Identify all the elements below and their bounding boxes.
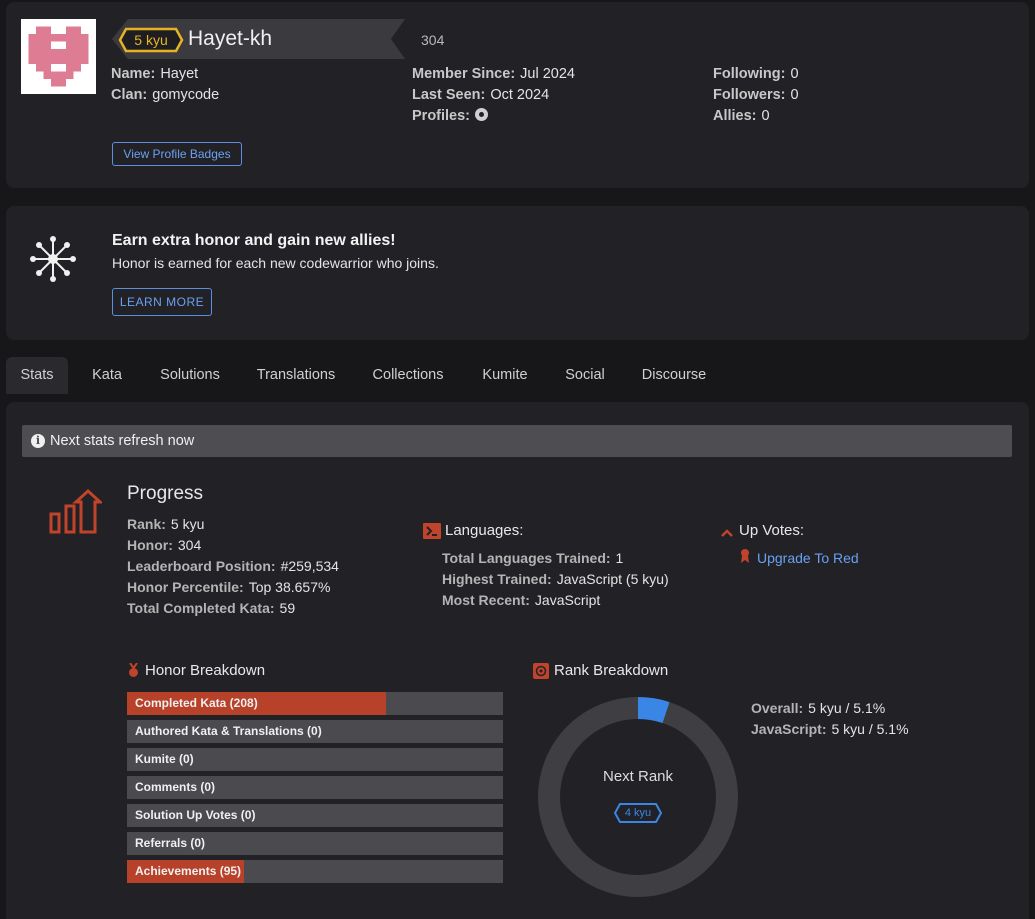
- member-since-row: Member Since: Jul 2024: [412, 66, 575, 82]
- honor-bar: Achievements (95): [127, 860, 503, 883]
- honor-bar-label: Kumite (0): [135, 752, 194, 766]
- avatar[interactable]: [21, 19, 96, 94]
- network-icon: [28, 234, 78, 289]
- github-icon[interactable]: [475, 108, 489, 121]
- terminal-icon: [423, 523, 441, 544]
- next-rank-badge-label: 4 kyu: [624, 807, 652, 819]
- info-icon: i: [31, 434, 45, 448]
- rank-breakdown-title: Rank Breakdown: [554, 662, 669, 679]
- honor-bar-label: Comments (0): [135, 780, 216, 794]
- last-seen-row: Last Seen: Oct 2024: [412, 87, 550, 103]
- tab-kumite[interactable]: Kumite: [474, 357, 536, 394]
- languages-trained-stat: Total Languages Trained: 1: [442, 550, 624, 566]
- name-row: Name: Hayet: [111, 66, 199, 82]
- rank-progress-donut: [538, 697, 738, 902]
- profile-header: 5 kyu Hayet-kh 304 Name: Hayet Clan: gomyc…: [6, 2, 1029, 188]
- javascript-rank-stat: JavaScript: 5 kyu / 5.1%: [751, 721, 909, 737]
- tab-discourse[interactable]: Discourse: [636, 357, 712, 394]
- honor-stat: Honor: 304: [127, 537, 202, 553]
- donut-track: [538, 697, 738, 897]
- honor-bar: Solution Up Votes (0): [127, 804, 503, 827]
- tab-social[interactable]: Social: [558, 357, 612, 394]
- refresh-notice-text: Next stats refresh now: [50, 433, 195, 449]
- next-rank-label: Next Rank: [602, 768, 674, 785]
- percentile-stat: Honor Percentile: Top 38.657%: [127, 579, 331, 595]
- tab-collections[interactable]: Collections: [366, 357, 450, 394]
- medal-icon: [128, 662, 139, 683]
- honor-bar-label: Achievements (95): [135, 864, 242, 878]
- upgrade-to-red-link[interactable]: Upgrade To Red: [757, 550, 859, 566]
- promo-subtitle: Honor is earned for each new codewarrior…: [112, 255, 439, 271]
- tab-translations[interactable]: Translations: [251, 357, 341, 394]
- languages-title: Languages:: [445, 522, 524, 539]
- completed-kata-stat: Total Completed Kata: 59: [127, 600, 296, 616]
- honor-breakdown-title: Honor Breakdown: [145, 662, 266, 679]
- referral-promo: Earn extra honor and gain new allies! Ho…: [6, 206, 1029, 340]
- honor-bar: Kumite (0): [127, 748, 503, 771]
- chevron-up-icon: [720, 525, 734, 543]
- honor-bar-label: Authored Kata & Translations (0): [135, 724, 322, 738]
- rank-badge-label: 5 kyu: [134, 32, 168, 48]
- target-icon: [533, 663, 549, 684]
- honor-bar-label: Completed Kata (208): [135, 696, 258, 710]
- honor-bar: Authored Kata & Translations (0): [127, 720, 503, 743]
- honor-bar: Referrals (0): [127, 832, 503, 855]
- promo-title: Earn extra honor and gain new allies!: [112, 232, 396, 249]
- clan-row: Clan: gomycode: [111, 87, 220, 103]
- rank-stat: Rank: 5 kyu: [127, 516, 205, 532]
- rank-badge: 5 kyu: [118, 27, 184, 53]
- next-rank-badge: 4 kyu: [613, 802, 663, 824]
- overall-rank-stat: Overall: 5 kyu / 5.1%: [751, 700, 886, 716]
- profiles-row: Profiles:: [412, 108, 489, 124]
- leaderboard-stat: Leaderboard Position: #259,534: [127, 558, 339, 574]
- username: Hayet-kh: [188, 27, 273, 50]
- stats-panel: i Next stats refresh now Progress Rank: 5…: [6, 402, 1029, 919]
- upvotes-title: Up Votes:: [739, 522, 805, 539]
- highest-trained-stat: Highest Trained: JavaScript (5 kyu): [442, 571, 669, 587]
- refresh-notice: i Next stats refresh now: [22, 425, 1012, 457]
- ribbon-icon: [739, 548, 751, 569]
- honor-count: 304: [421, 32, 445, 48]
- honor-bar-label: Referrals (0): [135, 836, 206, 850]
- progress-chart-icon: [48, 488, 104, 541]
- progress-title: Progress: [127, 483, 204, 504]
- honor-bar-label: Solution Up Votes (0): [135, 808, 256, 822]
- tab-stats[interactable]: Stats: [6, 357, 68, 394]
- followers-row: Followers: 0: [713, 87, 799, 103]
- learn-more-button[interactable]: LEARN MORE: [112, 288, 212, 316]
- honor-bar: Comments (0): [127, 776, 503, 799]
- following-row: Following: 0: [713, 66, 799, 82]
- tab-kata[interactable]: Kata: [82, 357, 132, 394]
- tab-solutions[interactable]: Solutions: [154, 357, 226, 394]
- most-recent-stat: Most Recent: JavaScript: [442, 592, 601, 608]
- allies-row: Allies: 0: [713, 108, 770, 124]
- view-profile-badges-button[interactable]: View Profile Badges: [112, 142, 242, 166]
- honor-bar: Completed Kata (208): [127, 692, 503, 715]
